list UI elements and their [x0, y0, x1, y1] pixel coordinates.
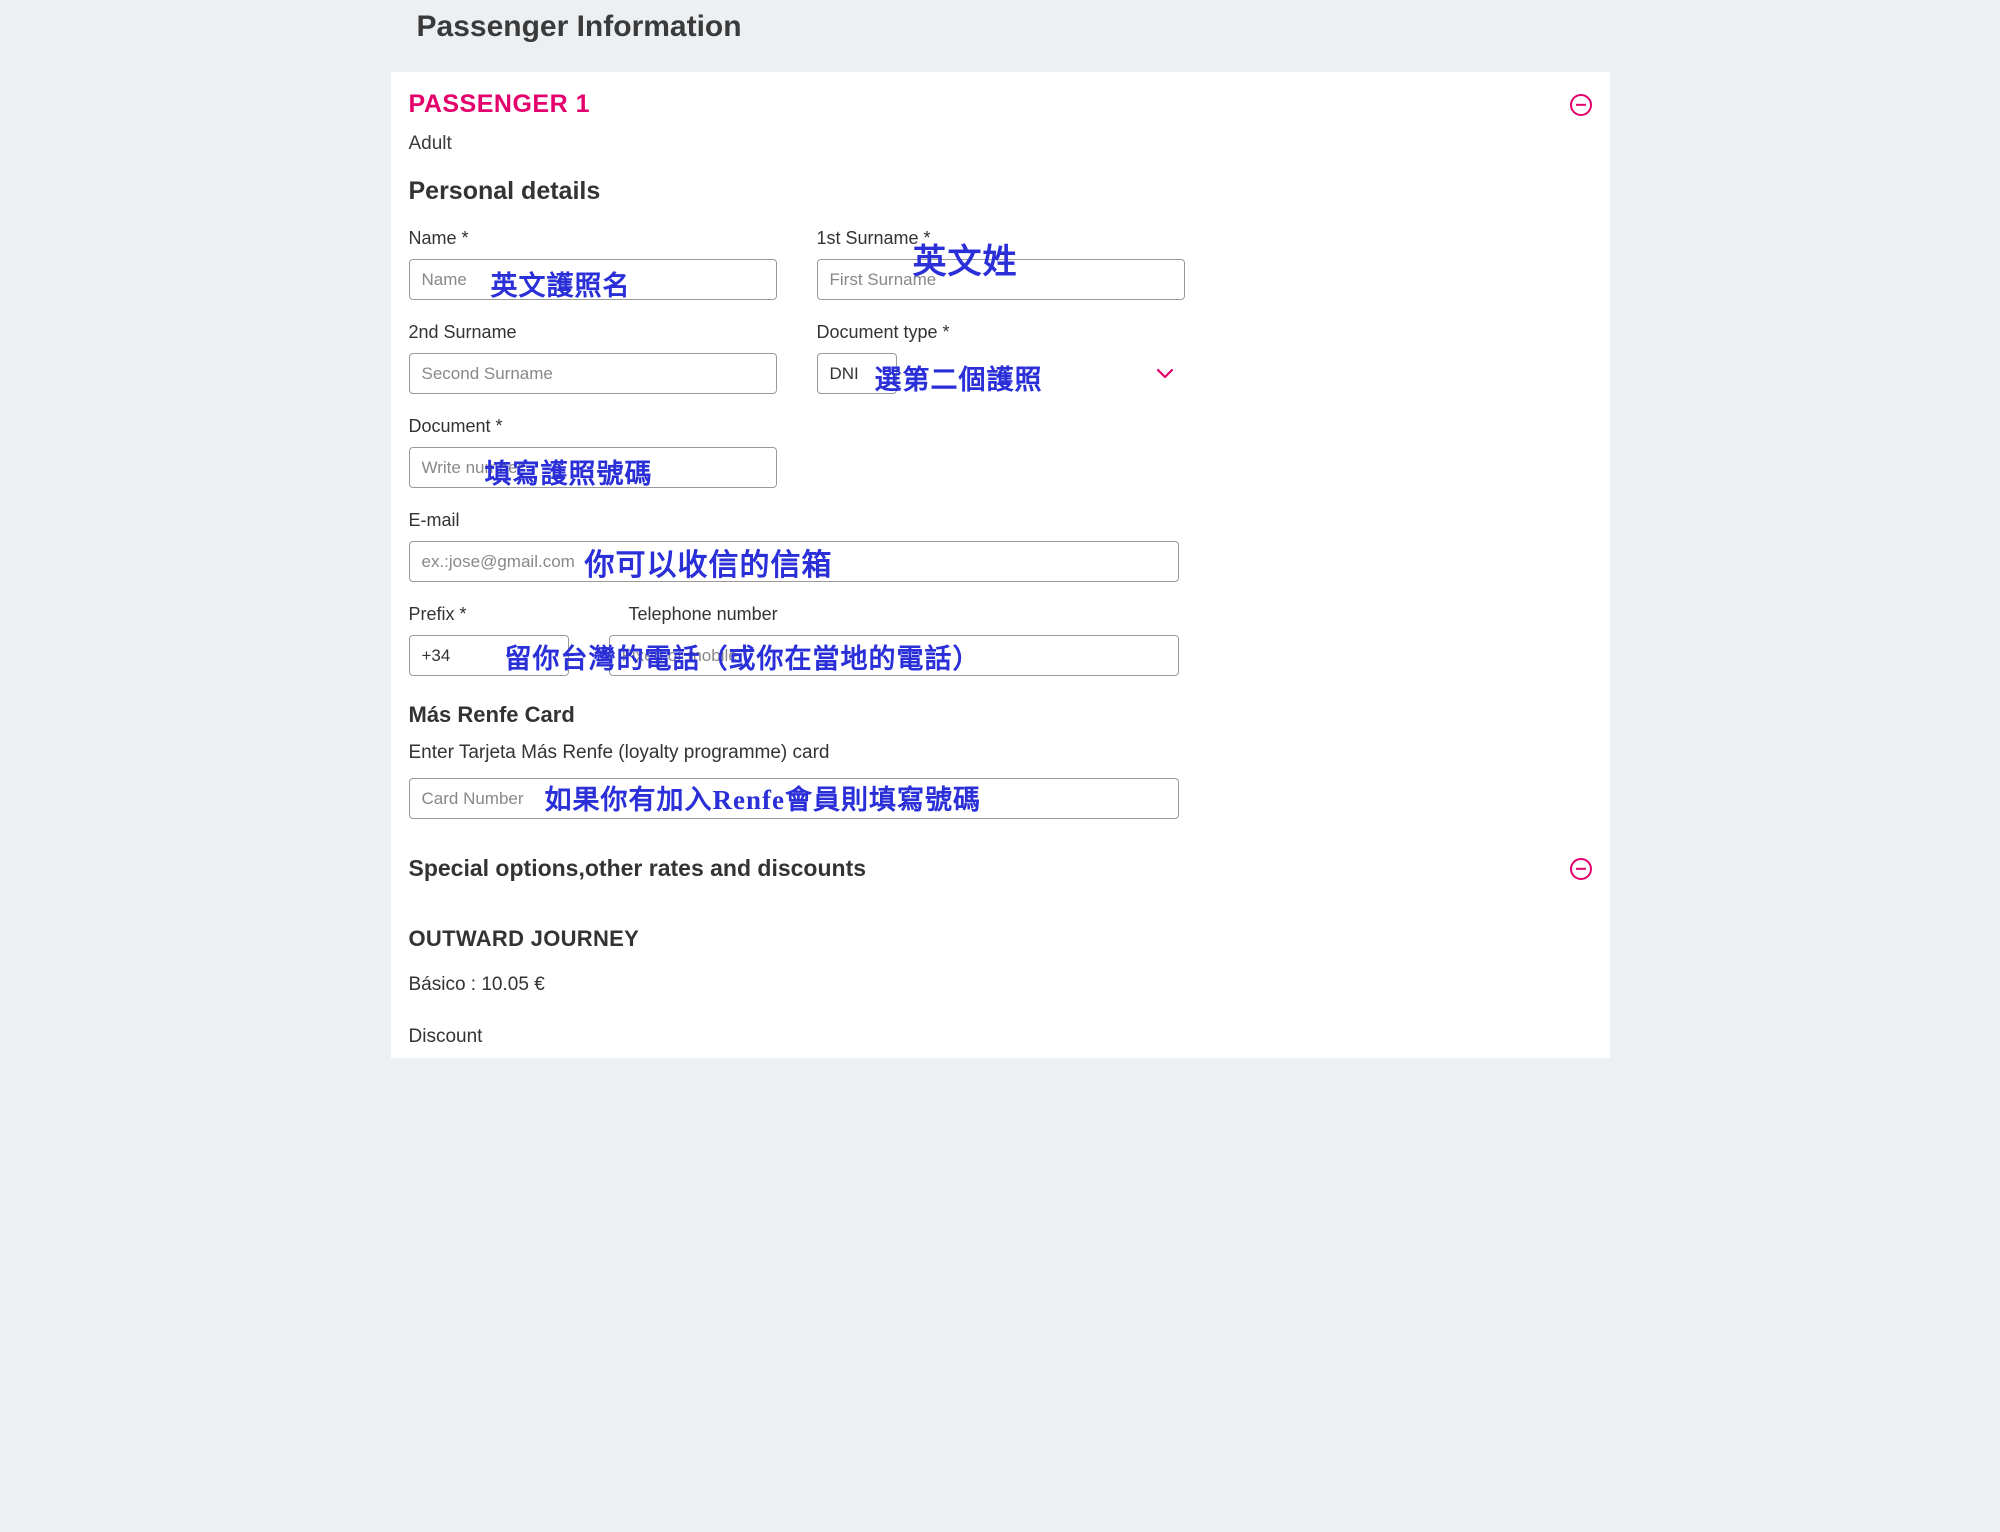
doctype-select[interactable]: DNI [817, 353, 897, 394]
phone-input[interactable] [609, 635, 1179, 676]
document-label: Document * [409, 416, 777, 437]
page-title: Passenger Information [417, 10, 1610, 44]
collapse-icon[interactable] [1570, 858, 1592, 880]
name-label: Name * [409, 228, 777, 249]
personal-details-heading: Personal details [409, 177, 1592, 206]
surname2-label: 2nd Surname [409, 322, 777, 343]
name-input[interactable] [409, 259, 777, 300]
email-label: E-mail [409, 510, 1179, 531]
surname1-label: 1st Surname * [817, 228, 1185, 249]
doctype-label: Document type * [817, 322, 1185, 343]
prefix-label: Prefix * [409, 604, 467, 625]
passenger-type: Adult [409, 133, 1592, 155]
discount-label: Discount [409, 1026, 1592, 1048]
special-options-heading: Special options,other rates and discount… [409, 855, 867, 882]
prefix-input[interactable] [409, 635, 569, 676]
collapse-icon[interactable] [1570, 94, 1592, 116]
mas-renfe-heading: Más Renfe Card [409, 702, 1592, 728]
passenger-heading: PASSENGER 1 [409, 90, 590, 119]
loyalty-card-input[interactable] [409, 778, 1179, 819]
loyalty-description: Enter Tarjeta Más Renfe (loyalty program… [409, 742, 1592, 764]
outward-journey-heading: OUTWARD JOURNEY [409, 926, 1592, 952]
phone-label: Telephone number [629, 604, 778, 625]
surname2-input[interactable] [409, 353, 777, 394]
surname1-input[interactable] [817, 259, 1185, 300]
fare-line: Básico : 10.05 € [409, 974, 1592, 996]
document-input[interactable] [409, 447, 777, 488]
email-input[interactable] [409, 541, 1179, 582]
chevron-down-icon [1157, 369, 1173, 379]
